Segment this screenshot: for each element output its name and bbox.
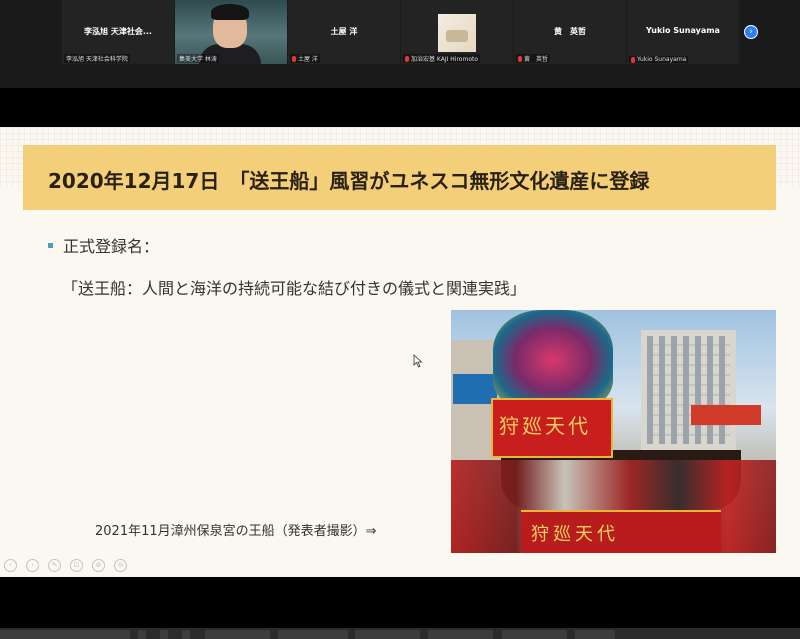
participant-label: Yukio Sunayama [629, 56, 689, 63]
photo-bottom-banner-text: 狩廵天代 [531, 524, 619, 545]
grid-icon: ⊡ [73, 561, 80, 569]
next-slide-button[interactable]: › [26, 559, 39, 572]
slide-bullet-text: 正式登録名： [63, 237, 160, 256]
taskbar-window[interactable] [278, 630, 348, 639]
participant-tile[interactable]: 黄 英哲 黄 英哲 [514, 0, 626, 64]
participant-center-name: Yukio Sunayama [646, 26, 720, 35]
participant-label: 黄 英哲 [516, 54, 551, 63]
all-slides-button[interactable]: ⊡ [70, 559, 83, 572]
next-participants-button[interactable]: › [744, 25, 758, 39]
mic-muted-icon [292, 55, 296, 62]
taskbar-window[interactable] [428, 630, 493, 639]
slide-bullet: 正式登録名： [48, 233, 159, 257]
slide-title: 2020年12月17日 「送王船」風習がユネスコ無形文化遺産に登録 [48, 169, 650, 193]
zoom-in-icon: ⊕ [95, 561, 102, 569]
taskbar-app-icon[interactable] [182, 630, 190, 639]
participant-label: 李泓旭 天津社会科学院 [64, 54, 130, 63]
participant-label-text: 土屋 洋 [298, 56, 318, 63]
photo-caption: 2021年11月漳州保泉宮の王船（発表者撮影）⇒ [95, 524, 377, 539]
taskbar-search[interactable] [0, 630, 130, 639]
mouse-cursor-icon [413, 354, 423, 368]
bullet-square-icon [48, 242, 53, 248]
taskbar [0, 628, 800, 639]
taskbar-window[interactable] [502, 630, 567, 639]
official-name-text: 「送王船：人間と海洋の持続可能な結び付きの儀式と関連実践」 [62, 279, 527, 298]
photo-banner-text: 狩廵天代 [499, 414, 591, 438]
slide-controls: ‹ › ✎ ⊡ ⊕ ⊖ [4, 559, 136, 572]
participant-center-name: 土屋 洋 [330, 27, 358, 36]
participant-label-text: Yukio Sunayama [637, 56, 687, 63]
pen-tool-button[interactable]: ✎ [48, 559, 61, 572]
chevron-right-icon: › [749, 27, 753, 37]
participant-strip: 李泓旭 天津社会... 李泓旭 天津社会科学院 集美大学 林涛 土屋 洋 土屋 … [0, 0, 800, 88]
participant-tile[interactable]: Yukio Sunayama Yukio Sunayama [627, 0, 739, 64]
more-icon: ⊖ [117, 561, 124, 569]
chevron-right-icon: › [31, 561, 34, 569]
participant-tiles: 李泓旭 天津社会... 李泓旭 天津社会科学院 集美大学 林涛 土屋 洋 土屋 … [62, 0, 740, 64]
participant-label-text: 加治宏基 KAJI Hiromoto [411, 56, 479, 63]
participant-label-text: 黄 英哲 [524, 56, 549, 63]
taskbar-app-icon[interactable] [138, 630, 146, 639]
chevron-left-icon: ‹ [9, 561, 12, 569]
shared-slide: 2020年12月17日 「送王船」風習がユネスコ無形文化遺産に登録 正式登録名：… [0, 127, 800, 577]
participant-label: 集美大学 林涛 [177, 54, 219, 63]
taskbar-app-icon[interactable] [160, 630, 168, 639]
participant-tile-active-speaker[interactable]: 集美大学 林涛 [175, 0, 287, 64]
participant-label-text: 李泓旭 天津社会科学院 [66, 56, 128, 63]
participant-avatar [438, 14, 476, 52]
participant-label: 土屋 洋 [290, 54, 320, 63]
previous-slide-button[interactable]: ‹ [4, 559, 17, 572]
participant-tile[interactable]: 土屋 洋 土屋 洋 [288, 0, 400, 64]
festival-photo: 狩廵天代 狩廵天代 [451, 310, 776, 553]
slide-title-bar: 2020年12月17日 「送王船」風習がユネスコ無形文化遺産に登録 [23, 145, 776, 210]
mic-muted-icon [518, 55, 522, 62]
zoom-in-button[interactable]: ⊕ [92, 559, 105, 572]
taskbar-window[interactable] [205, 630, 270, 639]
mic-muted-icon [631, 56, 635, 63]
screen: 李泓旭 天津社会... 李泓旭 天津社会科学院 集美大学 林涛 土屋 洋 土屋 … [0, 0, 800, 639]
more-options-button[interactable]: ⊖ [114, 559, 127, 572]
participant-center-name: 李泓旭 天津社会... [84, 27, 152, 36]
participant-tile[interactable]: 李泓旭 天津社会... 李泓旭 天津社会科学院 [62, 0, 174, 64]
taskbar-window[interactable] [575, 630, 615, 639]
participant-label-text: 集美大学 林涛 [179, 56, 217, 63]
taskbar-window[interactable] [355, 630, 420, 639]
pen-icon: ✎ [51, 561, 58, 569]
mic-muted-icon [405, 55, 409, 62]
participant-center-name: 黄 英哲 [554, 27, 586, 36]
participant-tile[interactable]: 加治宏基 KAJI Hiromoto [401, 0, 513, 64]
participant-label: 加治宏基 KAJI Hiromoto [403, 54, 481, 63]
